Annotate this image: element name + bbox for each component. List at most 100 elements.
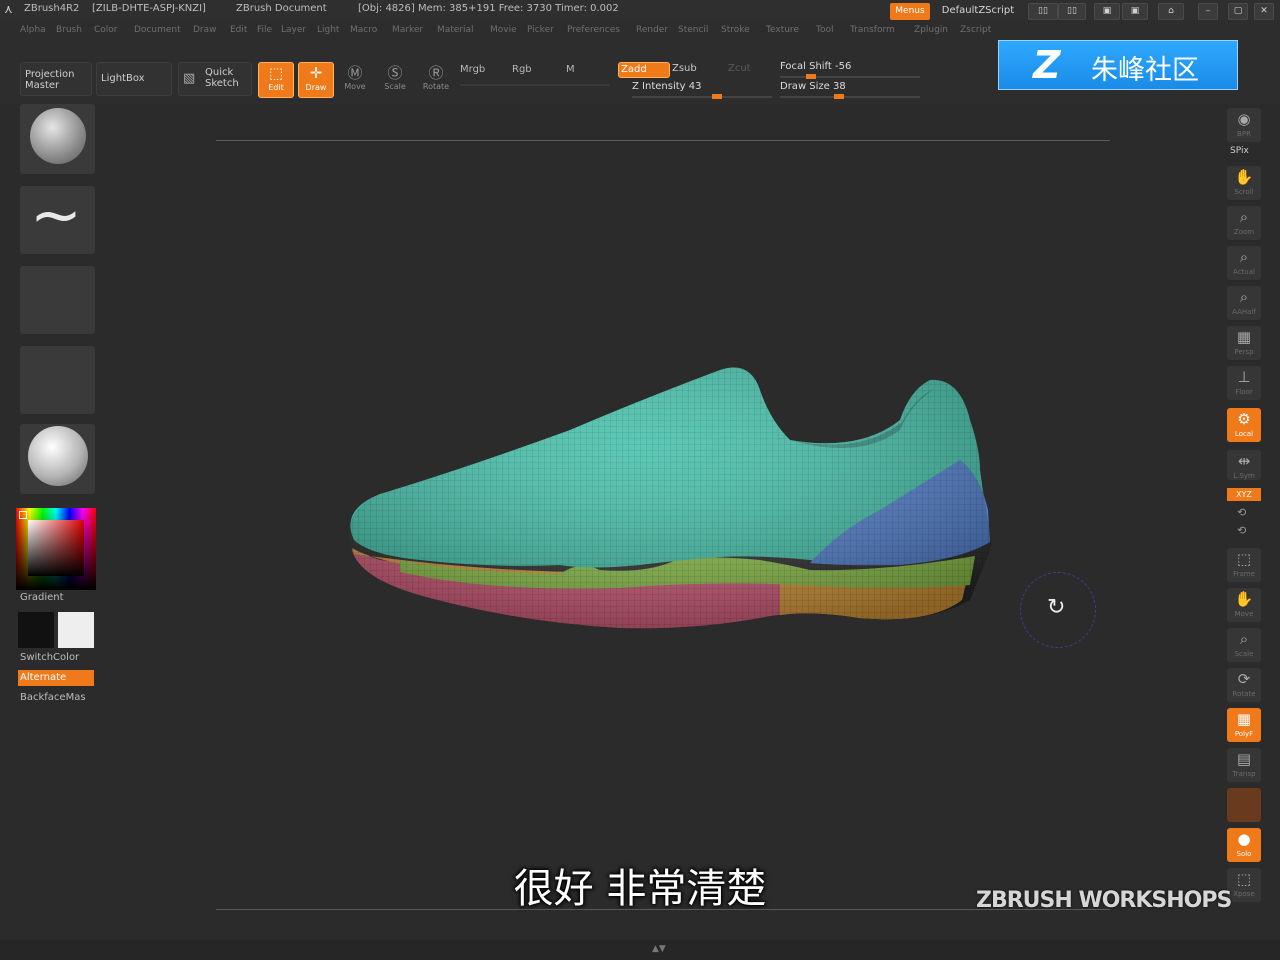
mrgb-button[interactable]: Mrgb: [460, 64, 485, 75]
m-button[interactable]: M: [566, 64, 575, 75]
local-button[interactable]: ⚙ Local: [1227, 408, 1261, 442]
layout-icon[interactable]: ▣: [1094, 3, 1120, 20]
menu-brush[interactable]: Brush: [56, 25, 82, 35]
rotate-button[interactable]: Ⓡ Rotate: [420, 64, 452, 91]
scale-view-button[interactable]: ⌕ Scale: [1227, 628, 1261, 662]
menu-edit[interactable]: Edit: [230, 25, 247, 35]
color-picker[interactable]: [16, 508, 96, 590]
color-picker-square[interactable]: [28, 520, 84, 576]
lightbox-button[interactable]: LightBox: [96, 62, 172, 96]
menu-light[interactable]: Light: [317, 25, 339, 35]
maximize-icon[interactable]: ▢: [1228, 3, 1248, 20]
menu-transform[interactable]: Transform: [850, 25, 895, 35]
spix-slider[interactable]: SPix: [1230, 146, 1249, 156]
aahalf-button[interactable]: ⌕ AAHalf: [1227, 286, 1261, 320]
rotate-label: Rotate: [422, 82, 450, 91]
move-view-button[interactable]: ✋ Move: [1227, 588, 1261, 622]
zsub-button[interactable]: Zsub: [672, 63, 697, 74]
gradient-label[interactable]: Gradient: [20, 592, 64, 603]
menu-stroke[interactable]: Stroke: [721, 25, 750, 35]
rgb-intensity-slider[interactable]: [460, 84, 610, 86]
close-icon[interactable]: ✕: [1254, 3, 1274, 20]
shoe-model[interactable]: [340, 360, 1000, 640]
lsym-button[interactable]: ⇹ L.Sym: [1227, 450, 1261, 480]
switchcolor-button[interactable]: SwitchColor: [20, 652, 79, 663]
ghost-button[interactable]: [1227, 788, 1261, 822]
bpr-button[interactable]: ◉ BPR: [1227, 108, 1261, 142]
solo-icon: ●: [1237, 830, 1251, 848]
draw-button[interactable]: ✛ Draw: [298, 62, 334, 98]
layout2-icon[interactable]: ▣: [1122, 3, 1148, 20]
stroke-thumbnail[interactable]: ~: [20, 178, 95, 254]
menu-marker[interactable]: Marker: [392, 25, 423, 35]
menu-color[interactable]: Color: [94, 25, 118, 35]
slider-icon[interactable]: ▯▯: [1028, 3, 1058, 20]
menu-picker[interactable]: Picker: [527, 25, 554, 35]
edit-button[interactable]: ⬚ Edit: [258, 62, 294, 98]
local-icon: ⚙: [1237, 410, 1251, 428]
move-view-icon: ✋: [1234, 590, 1254, 608]
alternate-button[interactable]: Alternate: [18, 670, 94, 686]
minimize-icon[interactable]: –: [1198, 3, 1218, 20]
frame-button[interactable]: ⬚ Frame: [1227, 548, 1261, 582]
lock-icon[interactable]: ⌂: [1158, 3, 1184, 20]
polyf-button[interactable]: ▦ PolyF: [1227, 708, 1261, 742]
secondary-color-swatch[interactable]: [58, 612, 94, 648]
draw-size-knob[interactable]: [834, 94, 844, 99]
y-axis-icon[interactable]: ⟲: [1237, 506, 1246, 519]
basic-material-icon: [28, 426, 88, 486]
persp-button[interactable]: ▦ Persp: [1227, 326, 1261, 360]
menu-draw[interactable]: Draw: [193, 25, 217, 35]
menu-zscript[interactable]: Zscript: [960, 25, 991, 35]
menu-layer[interactable]: Layer: [281, 25, 306, 35]
scale-button[interactable]: Ⓢ Scale: [380, 64, 410, 91]
move-button[interactable]: Ⓜ Move: [340, 64, 370, 91]
slider2-icon[interactable]: ▯▯: [1058, 3, 1086, 20]
menu-document[interactable]: Document: [134, 25, 181, 35]
menu-movie[interactable]: Movie: [490, 25, 517, 35]
rotate-view-button[interactable]: ⟳ Rotate: [1227, 668, 1261, 702]
tray-toggle-icon[interactable]: ▲▼: [652, 944, 666, 954]
solo-button[interactable]: ● Solo: [1227, 828, 1261, 862]
menu-zplugin[interactable]: Zplugin: [914, 25, 948, 35]
floor-button[interactable]: ⊥ Floor: [1227, 366, 1261, 400]
menu-stencil[interactable]: Stencil: [678, 25, 708, 35]
xpose-button[interactable]: ⬚ Xpose: [1227, 868, 1261, 902]
z-intensity-slider[interactable]: Z Intensity 43: [632, 81, 772, 99]
material-thumbnail[interactable]: [20, 424, 95, 494]
menu-file[interactable]: File: [257, 25, 272, 35]
actual-button[interactable]: ⌕ Actual: [1227, 246, 1261, 280]
rgb-button[interactable]: Rgb: [512, 64, 532, 75]
projection-master-button[interactable]: Projection Master: [20, 62, 92, 96]
focal-shift-knob[interactable]: [806, 74, 816, 79]
backfacemask-button[interactable]: BackfaceMas: [20, 692, 86, 703]
focal-shift-slider[interactable]: Focal Shift -56: [780, 61, 920, 79]
brush-thumbnail[interactable]: [20, 104, 95, 174]
freehand-stroke-icon: ~: [30, 178, 82, 251]
transp-button[interactable]: ▤ Transp: [1227, 748, 1261, 782]
primary-color-swatch[interactable]: [18, 612, 54, 648]
texture-thumbnail[interactable]: [20, 346, 95, 414]
alpha-thumbnail[interactable]: [20, 266, 95, 334]
zcut-button[interactable]: Zcut: [728, 63, 751, 74]
zadd-button[interactable]: Zadd: [618, 62, 670, 78]
menu-material[interactable]: Material: [437, 25, 474, 35]
z-intensity-knob[interactable]: [712, 94, 722, 99]
scroll-button[interactable]: ✋ Scroll: [1227, 166, 1261, 200]
menu-preferences[interactable]: Preferences: [567, 25, 620, 35]
zoom-button[interactable]: ⌕ Zoom: [1227, 206, 1261, 240]
menu-render[interactable]: Render: [636, 25, 668, 35]
menu-alpha[interactable]: Alpha: [20, 25, 46, 35]
floor-icon: ⊥: [1237, 368, 1251, 386]
menu-tool[interactable]: Tool: [816, 25, 833, 35]
menu-texture[interactable]: Texture: [766, 25, 799, 35]
zoom-icon: ⌕: [1239, 208, 1249, 226]
color-picker-cursor[interactable]: [19, 511, 27, 519]
z-axis-icon[interactable]: ⟲: [1237, 524, 1246, 537]
quick-sketch-button[interactable]: ▧ Quick Sketch: [178, 62, 252, 96]
menu-macro[interactable]: Macro: [350, 25, 377, 35]
menus-button[interactable]: Menus: [890, 3, 930, 20]
xyz-button[interactable]: XYZ: [1227, 488, 1261, 501]
draw-size-slider[interactable]: Draw Size 38: [780, 81, 920, 99]
default-zscript-button[interactable]: DefaultZScript: [934, 3, 1022, 20]
